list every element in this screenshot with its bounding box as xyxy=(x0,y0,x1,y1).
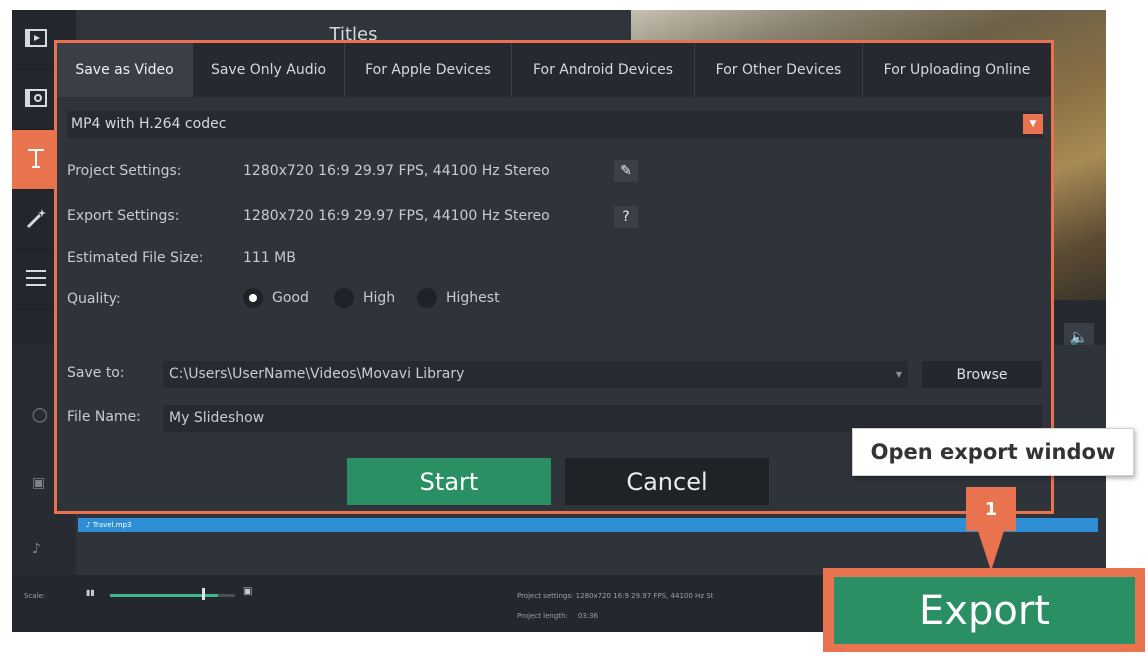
pencil-icon: ✎ xyxy=(620,163,632,179)
audio-clip[interactable]: ♪ Travel.mp3 xyxy=(78,518,1098,532)
track-lock-icon[interactable]: ◯ xyxy=(32,407,48,423)
chevron-down-icon[interactable]: ▼ xyxy=(896,361,902,388)
zoom-out-icon[interactable]: ▮▮ xyxy=(86,588,95,597)
project-settings-label: Project Settings: xyxy=(67,163,182,179)
tab-android-devices[interactable]: For Android Devices xyxy=(512,43,695,97)
export-settings-value: 1280x720 16:9 29.97 FPS, 44100 Hz Stereo xyxy=(243,208,550,224)
question-icon: ? xyxy=(622,209,630,225)
save-to-label: Save to: xyxy=(67,365,125,381)
note-icon: ♪ xyxy=(86,521,93,529)
quality-high-label: High xyxy=(363,290,396,306)
project-length-status: Project length: 03:36 xyxy=(517,612,598,620)
tab-other-devices[interactable]: For Other Devices xyxy=(695,43,863,97)
tab-apple-devices[interactable]: For Apple Devices xyxy=(345,43,512,97)
format-dropdown[interactable]: MP4 with H.264 codec ▼ xyxy=(67,111,1043,138)
project-length-value: 03:36 xyxy=(577,612,599,620)
format-value: MP4 with H.264 codec xyxy=(71,116,227,132)
project-settings-value: 1280x720 16:9 29.97 FPS, 44100 Hz Stereo xyxy=(243,163,550,179)
edit-settings-button[interactable]: ✎ xyxy=(614,160,638,182)
start-button[interactable]: Start xyxy=(347,458,551,505)
zoom-in-icon[interactable]: ▣ xyxy=(243,586,252,597)
estimated-size-value: 111 MB xyxy=(243,250,296,266)
media-library-icon xyxy=(22,84,50,116)
estimated-size-label: Estimated File Size: xyxy=(67,250,204,266)
tab-save-as-video[interactable]: Save as Video xyxy=(57,43,193,97)
audio-clip-name: Travel.mp3 xyxy=(92,521,132,529)
export-button[interactable]: Export xyxy=(834,577,1135,644)
project-settings-status: Project settings: 1280x720 16:9 29.97 FP… xyxy=(517,592,714,600)
export-tooltip: Open export window xyxy=(852,428,1134,476)
help-button[interactable]: ? xyxy=(614,206,638,228)
speaker-icon: 🔈 xyxy=(1069,328,1089,346)
project-length-label: Project length: xyxy=(517,612,568,620)
music-note-icon[interactable]: ♪ xyxy=(32,541,41,557)
film-import-icon xyxy=(22,24,50,56)
callout-pointer xyxy=(978,531,1004,571)
radio-empty-icon xyxy=(334,288,354,308)
quality-highest-label: Highest xyxy=(446,290,500,306)
cancel-button[interactable]: Cancel xyxy=(565,458,769,505)
quality-good-radio[interactable]: Good xyxy=(243,288,309,308)
tab-uploading-online[interactable]: For Uploading Online xyxy=(863,43,1051,97)
save-path-field[interactable]: C:\Users\UserName\Videos\Movavi Library … xyxy=(163,361,908,388)
browse-button[interactable]: Browse xyxy=(922,361,1042,388)
quality-good-label: Good xyxy=(272,290,309,306)
quality-high-radio[interactable]: High xyxy=(334,288,395,308)
dropdown-arrow-icon[interactable]: ▼ xyxy=(1023,114,1043,134)
export-tabs: Save as Video Save Only Audio For Apple … xyxy=(57,43,1051,97)
tab-save-only-audio[interactable]: Save Only Audio xyxy=(193,43,345,97)
save-path-value: C:\Users\UserName\Videos\Movavi Library xyxy=(169,366,465,382)
quality-label: Quality: xyxy=(67,291,121,307)
radio-empty-icon xyxy=(417,288,437,308)
scale-label: Scale: xyxy=(24,592,46,600)
scale-slider[interactable] xyxy=(110,594,235,597)
step-callout: 1 xyxy=(966,487,1016,531)
radio-selected-icon xyxy=(243,288,263,308)
file-name-value: My Slideshow xyxy=(169,410,265,426)
video-track-icon[interactable]: ▣ xyxy=(32,475,45,491)
scale-slider-thumb[interactable] xyxy=(202,588,205,600)
menu-icon xyxy=(22,264,50,296)
export-settings-label: Export Settings: xyxy=(67,208,180,224)
titles-icon xyxy=(22,144,50,176)
file-name-label: File Name: xyxy=(67,409,141,425)
magic-wand-icon xyxy=(22,204,50,236)
quality-highest-radio[interactable]: Highest xyxy=(417,288,500,308)
